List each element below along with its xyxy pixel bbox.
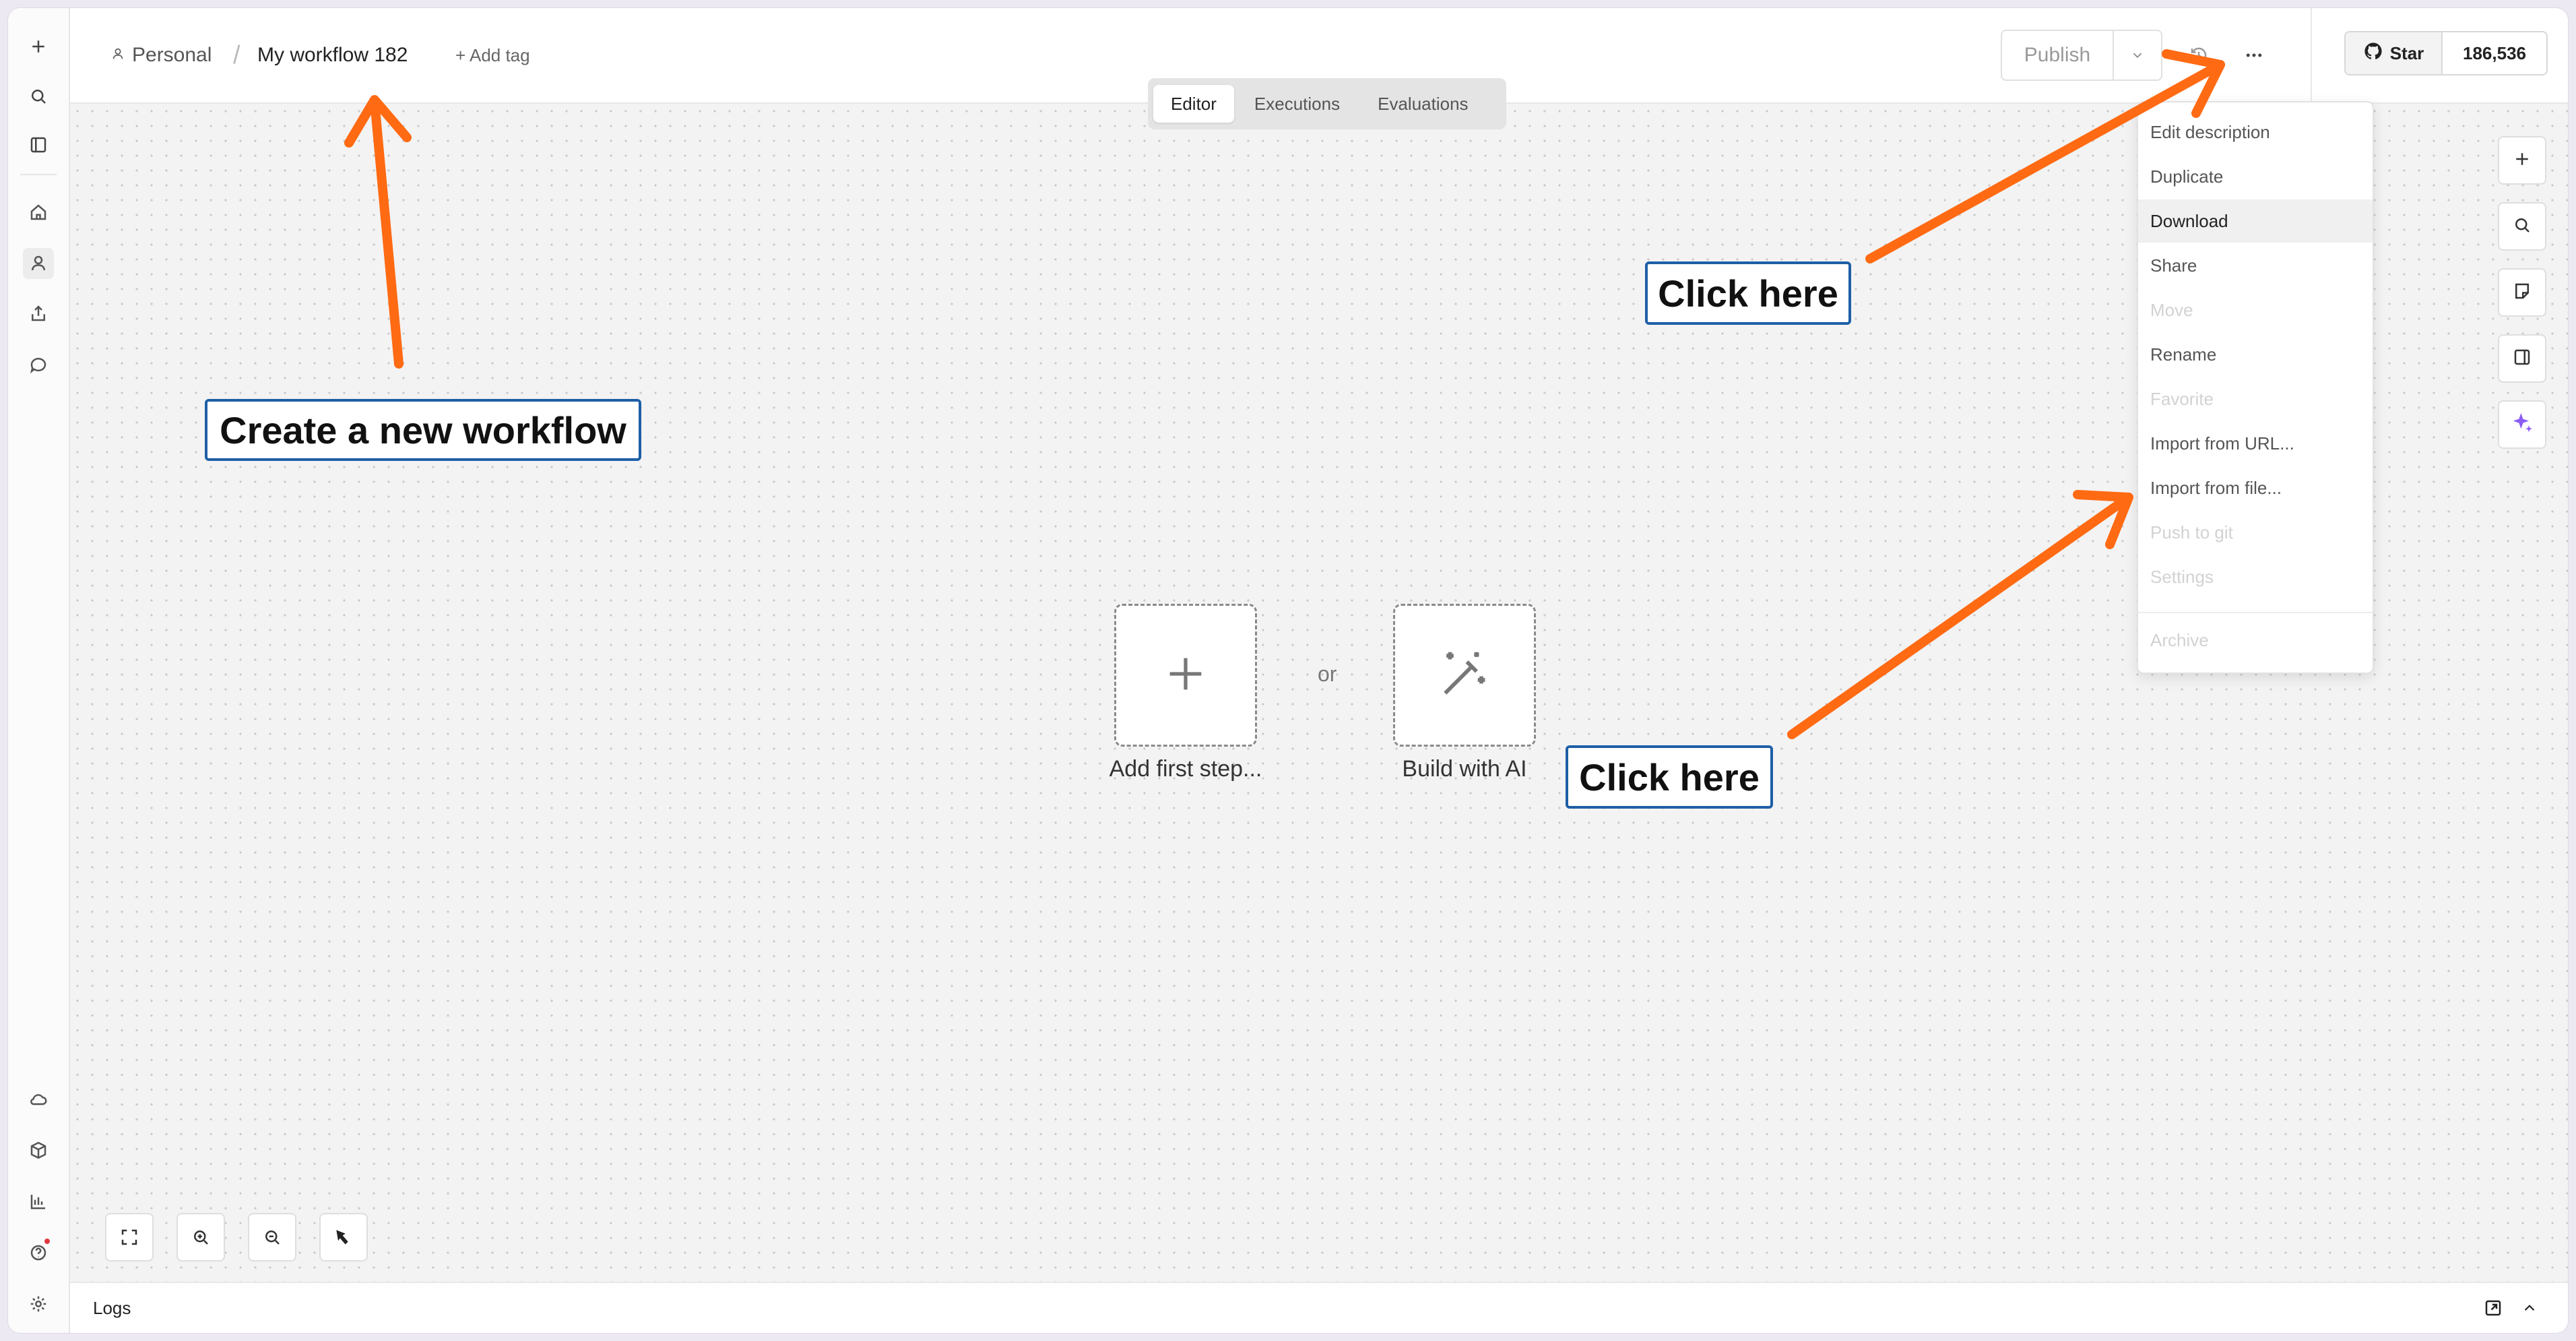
chevron-up-icon[interactable] <box>2518 1297 2541 1319</box>
cube-icon[interactable] <box>23 1135 54 1166</box>
breadcrumb-separator: / <box>233 40 240 69</box>
callout-create-workflow: Create a new workflow <box>205 399 641 461</box>
sticky-note-icon <box>2512 281 2532 305</box>
search-icon <box>2512 215 2532 239</box>
zoom-in-icon[interactable] <box>176 1213 225 1261</box>
menu-item-duplicate[interactable]: Duplicate <box>2138 155 2373 198</box>
menu-item-import-url[interactable]: Import from URL... <box>2138 422 2373 465</box>
tab-executions[interactable]: Executions <box>1237 85 1357 123</box>
share-icon[interactable] <box>23 298 54 329</box>
plus-icon <box>2512 149 2532 173</box>
menu-item-archive: Archive <box>2150 629 2209 650</box>
sticky-note-button[interactable] <box>2498 268 2546 317</box>
menu-item-favorite: Favorite <box>2150 388 2214 409</box>
menu-item-import-file[interactable]: Import from file... <box>2138 466 2373 509</box>
add-tag-button[interactable]: + Add tag <box>455 8 530 102</box>
panel-icon <box>2512 347 2532 371</box>
user-icon <box>110 44 125 67</box>
search-icon[interactable] <box>23 81 54 112</box>
cloud-icon[interactable] <box>23 1084 54 1115</box>
chat-icon[interactable] <box>23 349 54 380</box>
ai-assistant-button[interactable] <box>2498 400 2546 449</box>
panel-icon[interactable] <box>23 129 54 160</box>
plus-icon <box>1162 650 1209 701</box>
menu-divider <box>2138 612 2373 613</box>
home-icon[interactable] <box>23 197 54 228</box>
menu-item-edit-description[interactable]: Edit description <box>2138 111 2373 154</box>
callout-click-here-bottom: Click here <box>1566 745 1773 809</box>
github-star-label: Star <box>2389 42 2424 63</box>
plus-icon[interactable] <box>23 31 54 62</box>
menu-item-push-to-git: Push to git <box>2150 522 2233 542</box>
publish-button[interactable]: Publish <box>2002 31 2114 80</box>
breadcrumb-project-label: Personal <box>132 44 212 66</box>
history-icon[interactable] <box>2185 42 2212 69</box>
build-with-ai-button[interactable] <box>1393 604 1536 747</box>
left-sidebar <box>8 8 70 1333</box>
menu-item-rename[interactable]: Rename <box>2138 333 2373 376</box>
menu-item-move: Move <box>2150 299 2193 320</box>
github-star-widget: Star 186,536 <box>2344 31 2548 75</box>
github-star-count[interactable]: 186,536 <box>2443 32 2546 74</box>
workflow-options-menu: Edit description Duplicate Download Shar… <box>2137 101 2374 674</box>
gear-icon[interactable] <box>23 1288 54 1319</box>
github-star-button[interactable]: Star <box>2346 32 2443 74</box>
build-with-ai-label: Build with AI <box>1402 756 1527 782</box>
publish-split-button: Publish <box>2001 30 2162 81</box>
ai-sparkle-icon <box>2509 410 2536 440</box>
tab-editor[interactable]: Editor <box>1153 85 1234 123</box>
tab-evaluations[interactable]: Evaluations <box>1360 85 1485 123</box>
magic-wand-icon <box>1436 645 1493 706</box>
callout-click-here-top: Click here <box>1645 261 1851 325</box>
user-icon[interactable] <box>23 248 54 279</box>
more-options-icon[interactable] <box>2236 38 2272 73</box>
sidebar-divider <box>20 174 57 175</box>
breadcrumb-project[interactable]: Personal <box>110 8 212 102</box>
add-node-button[interactable] <box>2498 136 2546 185</box>
workflow-name[interactable]: My workflow 182 <box>257 8 408 102</box>
add-first-step-button[interactable] <box>1114 604 1257 747</box>
view-tabs: Editor Executions Evaluations <box>1148 78 1506 129</box>
logs-panel-bar[interactable]: Logs <box>70 1282 2568 1333</box>
menu-item-download[interactable]: Download <box>2138 199 2373 243</box>
toggle-panel-button[interactable] <box>2498 334 2546 383</box>
fit-view-icon[interactable] <box>105 1213 154 1261</box>
search-nodes-button[interactable] <box>2498 202 2546 251</box>
tidy-icon[interactable] <box>319 1213 368 1261</box>
github-icon <box>2363 41 2383 66</box>
help-icon[interactable] <box>23 1237 54 1268</box>
add-first-step-label: Add first step... <box>1109 756 1262 782</box>
notification-dot <box>44 1239 50 1244</box>
logs-label: Logs <box>93 1297 131 1318</box>
chart-icon[interactable] <box>23 1186 54 1217</box>
header-divider <box>2311 8 2312 102</box>
zoom-out-icon[interactable] <box>248 1213 296 1261</box>
chevron-down-icon[interactable] <box>2114 31 2161 80</box>
pop-out-icon[interactable] <box>2482 1297 2505 1319</box>
or-label: or <box>1318 662 1337 686</box>
app-window: Personal / My workflow 182 + Add tag Pub… <box>8 8 2568 1333</box>
menu-item-settings: Settings <box>2150 566 2214 587</box>
menu-item-share[interactable]: Share <box>2138 244 2373 287</box>
